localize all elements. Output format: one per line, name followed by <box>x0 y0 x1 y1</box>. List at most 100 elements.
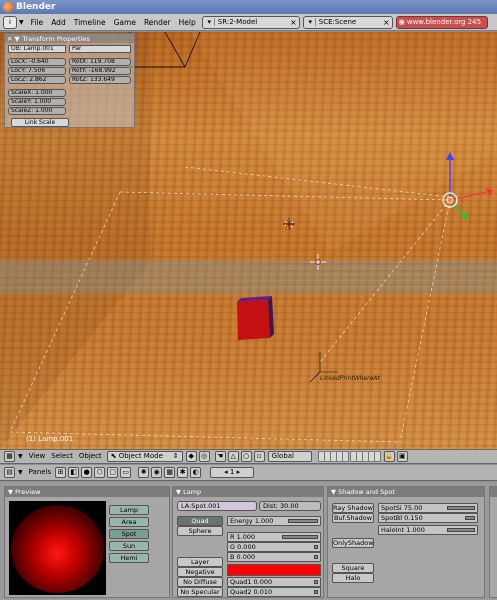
menu-view[interactable]: View <box>26 451 49 462</box>
screen-close-icon[interactable]: × <box>288 18 297 27</box>
buttons-editor-icon[interactable]: ▤ <box>4 467 15 478</box>
link-scale-button[interactable]: Link Scale <box>11 118 69 127</box>
rot-x-field[interactable]: RotX: 119.708 <box>69 58 131 66</box>
square-button[interactable]: Square <box>332 563 374 573</box>
blue-label[interactable]: B 0.000 <box>230 553 255 561</box>
red-label[interactable]: R 1.000 <box>230 533 255 541</box>
no-specular-button[interactable]: No Specular <box>177 587 223 597</box>
energy-slider-handle[interactable] <box>288 519 318 523</box>
menu-object[interactable]: Object <box>76 451 105 462</box>
rotate-manipulator-icon[interactable]: ○ <box>240 451 252 462</box>
render-view-icon[interactable]: ▣ <box>396 451 408 462</box>
red-slider[interactable]: R 1.000 <box>227 532 321 542</box>
scene-close-icon[interactable]: × <box>381 18 390 27</box>
scale-y-field[interactable]: ScaleY: 1.000 <box>8 98 66 106</box>
translate-manipulator-icon[interactable]: △ <box>227 451 239 462</box>
scene-selector[interactable]: ▾ SCE:Scene × <box>302 15 393 29</box>
parent-field[interactable]: Par <box>69 45 131 53</box>
frame-field[interactable]: ◂ 1 ▸ <box>210 467 255 478</box>
orientation-label[interactable]: Global <box>272 452 294 460</box>
menu-add[interactable]: Add <box>47 16 70 29</box>
scene-context-icon[interactable]: ▭ <box>120 467 132 478</box>
pivot-icon[interactable]: ◎ <box>198 451 210 462</box>
logic-context-icon[interactable]: ⊞ <box>55 467 67 478</box>
menu-file[interactable]: File <box>27 16 48 29</box>
halo-intensity-slider-handle[interactable] <box>447 528 475 532</box>
scale-x-field[interactable]: ScaleX: 1.000 <box>8 89 66 97</box>
blue-slider[interactable]: B 0.000 <box>227 552 321 562</box>
frame-value[interactable]: 1 <box>230 468 234 476</box>
mode-dropdown-icon[interactable]: ⇕ <box>173 452 179 461</box>
url-text[interactable]: www.blender.org 245 <box>407 18 481 26</box>
draw-type-icon[interactable]: ◆ <box>185 451 197 462</box>
halo-button[interactable]: Halo <box>332 573 374 583</box>
halo-intensity-slider[interactable]: HaloInt 1.000 <box>378 525 478 535</box>
collapse-triangle-icon[interactable]: ▼ <box>19 19 24 26</box>
header-collapse-icon[interactable]: ▼ <box>18 453 23 460</box>
lamp-dist-field[interactable]: Dist: 30.00 <box>259 501 321 511</box>
red-cube[interactable] <box>237 300 270 340</box>
mode-selector[interactable]: ⬉ Object Mode ⇕ <box>106 451 183 462</box>
spot-blend-label[interactable]: SpotBl 0.150 <box>381 514 423 522</box>
buttons-collapse-icon[interactable]: ▼ <box>18 469 23 476</box>
loc-x-field[interactable]: LocX: -0.640 <box>8 58 66 66</box>
quad2-label[interactable]: Quad2 0.010 <box>230 588 272 596</box>
energy-slider[interactable]: Energy 1.000 <box>227 516 321 526</box>
green-slider[interactable]: G 0.000 <box>227 542 321 552</box>
preview-area-button[interactable]: Area <box>109 517 149 527</box>
menu-game[interactable]: Game <box>110 16 140 29</box>
spot-size-label[interactable]: SpotSi 75.00 <box>381 504 422 512</box>
loc-z-field[interactable]: LocZ: 2.862 <box>8 76 66 84</box>
energy-label[interactable]: Energy 1.000 <box>230 517 273 525</box>
world-shading-icon[interactable]: ◐ <box>190 467 202 478</box>
preview-lamp-button[interactable]: Lamp <box>109 505 149 515</box>
loc-y-field[interactable]: LocY: 7.506 <box>8 67 66 75</box>
3d-viewport[interactable]: LinkedPrintWhereAt (1) Lamp.001 ✕ ▼ Tran… <box>0 32 497 449</box>
blender-url-link[interactable]: ◉ www.blender.org 245 <box>395 15 488 29</box>
menu-render[interactable]: Render <box>140 16 175 29</box>
no-diffuse-button[interactable]: No Diffuse <box>177 577 223 587</box>
material-shading-icon[interactable]: ◉ <box>151 467 163 478</box>
lamp-shading-icon[interactable]: ✺ <box>138 467 150 478</box>
menu-help[interactable]: Help <box>175 16 200 29</box>
quad2-slider-handle[interactable] <box>314 590 318 594</box>
panels-menu[interactable]: Panels <box>26 467 55 478</box>
preview-hemi-button[interactable]: Hemi <box>109 553 149 563</box>
preview-sun-button[interactable]: Sun <box>109 541 149 551</box>
panel-close-icon[interactable]: ✕ <box>7 35 12 43</box>
spot-size-slider-handle[interactable] <box>447 506 475 510</box>
texture-shading-icon[interactable]: ▦ <box>164 467 176 478</box>
object-name-field[interactable]: OB: Lamp.001 <box>8 45 66 53</box>
ray-shadow-button[interactable]: Ray Shadow <box>332 503 374 513</box>
green-slider-handle[interactable] <box>314 545 318 549</box>
screen-selector[interactable]: ▾ SR:2-Model × <box>201 15 300 29</box>
panel-collapse-icon[interactable]: ▼ <box>14 35 19 43</box>
negative-button[interactable]: Negative <box>177 567 223 577</box>
quad-button[interactable]: Quad <box>177 516 223 526</box>
quad1-label[interactable]: Quad1 0.000 <box>230 578 272 586</box>
spot-size-slider[interactable]: SpotSi 75.00 <box>378 503 478 513</box>
layer-buttons[interactable] <box>317 451 381 462</box>
script-context-icon[interactable]: ◧ <box>68 467 80 478</box>
editor-type-icon[interactable]: i <box>3 15 17 29</box>
menu-timeline[interactable]: Timeline <box>70 16 110 29</box>
halo-intensity-label[interactable]: HaloInt 1.000 <box>381 526 425 534</box>
screen-name[interactable]: SR:2-Model <box>218 18 257 26</box>
lock-icon[interactable]: 🔒 <box>383 451 395 462</box>
rot-y-field[interactable]: RotY: -168.992 <box>69 67 131 75</box>
spot-blend-slider-handle[interactable] <box>465 516 475 520</box>
red-slider-handle[interactable] <box>282 535 318 539</box>
shading-context-icon[interactable]: ● <box>81 467 93 478</box>
quad1-slider[interactable]: Quad1 0.000 <box>227 577 321 587</box>
screen-browse-icon[interactable]: ▾ <box>205 18 215 26</box>
editing-context-icon[interactable]: ▢ <box>107 467 119 478</box>
lamp-name-field[interactable]: LA:Spot.001 <box>177 501 257 511</box>
buf-shadow-button[interactable]: Buf.Shadow <box>332 513 374 523</box>
radio-shading-icon[interactable]: ✱ <box>177 467 189 478</box>
manipulator-toggle-icon[interactable]: ☚ <box>214 451 226 462</box>
menu-select[interactable]: Select <box>48 451 76 462</box>
scene-name[interactable]: SCE:Scene <box>319 18 356 26</box>
preview-spot-button[interactable]: Spot <box>109 529 149 539</box>
object-context-icon[interactable]: ⬡ <box>94 467 106 478</box>
green-label[interactable]: G 0.000 <box>230 543 256 551</box>
